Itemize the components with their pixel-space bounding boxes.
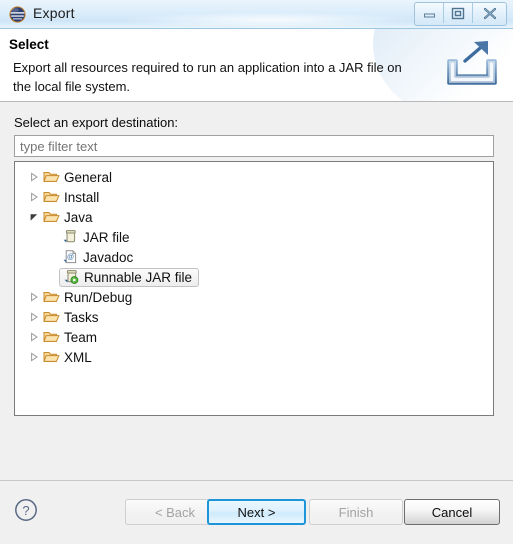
tree-item-content: Runnable JAR file — [59, 267, 200, 287]
export-dialog-window: Export Select Export all resources requi… — [0, 0, 513, 544]
tree-item-label: XML — [64, 349, 92, 365]
folder-icon — [43, 332, 59, 342]
tree-item-label: Runnable JAR file — [84, 269, 193, 285]
close-button[interactable] — [473, 3, 506, 23]
tree-twisty[interactable] — [26, 312, 41, 322]
folder-icon — [43, 292, 59, 302]
window-controls — [414, 2, 507, 26]
javadoc-icon-wrap: @ — [60, 249, 80, 265]
chevron-right-icon[interactable] — [29, 192, 39, 202]
tree-item-label: Team — [64, 329, 98, 345]
javadoc-icon: @ — [63, 250, 76, 264]
tree-twisty[interactable] — [26, 192, 41, 202]
tree-item-content: Run/Debug — [41, 289, 132, 305]
page-description: Export all resources required to run an … — [13, 60, 402, 94]
next-button[interactable]: Next > — [207, 499, 306, 525]
tree-item-javadoc[interactable]: @ Javadoc — [15, 247, 493, 267]
tree-twisty[interactable] — [26, 332, 41, 342]
title-bar: Export — [0, 0, 513, 29]
jar-file-icon-wrap — [60, 229, 80, 245]
tree-item-runnable-jar-file[interactable]: Runnable JAR file — [15, 267, 493, 287]
folder-icon — [43, 212, 59, 222]
tree-item-label: JAR file — [83, 229, 130, 245]
folder-icon-wrap — [41, 189, 61, 205]
tree-item-run-debug[interactable]: Run/Debug — [15, 287, 493, 307]
folder-icon-wrap — [41, 309, 61, 325]
svg-text:?: ? — [22, 503, 29, 518]
export-destination-tree[interactable]: General Install Java JAR file @ Javadoc Runnab… — [14, 161, 494, 416]
tree-item-content: Tasks — [41, 309, 99, 325]
folder-icon — [43, 312, 59, 322]
chevron-right-icon[interactable] — [29, 292, 39, 302]
chevron-right-icon[interactable] — [29, 172, 39, 182]
minimize-icon — [423, 13, 435, 17]
page-title: Select — [9, 37, 49, 52]
folder-icon-wrap — [41, 289, 61, 305]
folder-icon — [43, 172, 59, 182]
folder-icon-wrap — [41, 329, 61, 345]
destination-label: Select an export destination: — [14, 115, 179, 130]
close-icon — [483, 7, 496, 19]
tree-item-general[interactable]: General — [15, 167, 493, 187]
chevron-right-icon[interactable] — [29, 312, 39, 322]
tree-item-content: JAR file — [60, 229, 130, 245]
tree-item-content: @ Javadoc — [60, 249, 133, 265]
tree-item-label: Javadoc — [83, 249, 134, 265]
finish-button[interactable]: Finish — [309, 499, 403, 525]
dialog-header: Select Export all resources required to … — [0, 29, 513, 102]
tree-rows-container: General Install Java JAR file @ Javadoc Runnab… — [15, 162, 493, 367]
jar-file-icon — [63, 230, 76, 243]
chevron-right-icon[interactable] — [29, 332, 39, 342]
tree-item-label: Run/Debug — [64, 289, 133, 305]
tree-twisty[interactable] — [26, 352, 41, 362]
folder-icon-wrap — [41, 169, 61, 185]
tree-item-jar-file[interactable]: JAR file — [15, 227, 493, 247]
tree-item-content: XML — [41, 349, 92, 365]
title-bar-gloss — [120, 12, 420, 28]
chevron-right-icon[interactable] — [29, 352, 39, 362]
folder-icon — [43, 192, 59, 202]
help-question-icon[interactable]: ? — [14, 498, 38, 522]
tree-item-install[interactable]: Install — [15, 187, 493, 207]
tree-item-java[interactable]: Java — [15, 207, 493, 227]
tree-item-content: Team — [41, 329, 97, 345]
tree-item-label: General — [64, 169, 113, 185]
tree-twisty[interactable] — [26, 292, 41, 302]
tree-item-tasks[interactable]: Tasks — [15, 307, 493, 327]
tree-item-content: Java — [41, 209, 93, 225]
chevron-down-icon[interactable] — [29, 212, 39, 222]
tree-twisty[interactable] — [26, 172, 41, 182]
folder-icon — [43, 352, 59, 362]
filter-input[interactable] — [14, 135, 494, 157]
folder-icon-wrap — [41, 209, 61, 225]
runnable-jar-icon — [64, 270, 78, 284]
tree-item-label: Tasks — [64, 309, 99, 325]
window-title: Export — [33, 5, 75, 21]
tree-item-team[interactable]: Team — [15, 327, 493, 347]
folder-icon-wrap — [41, 349, 61, 365]
tree-item-content: General — [41, 169, 112, 185]
minimize-button[interactable] — [415, 3, 444, 23]
eclipse-export-sphere-icon — [9, 6, 26, 23]
dialog-body: Select an export destination: General Ins… — [0, 102, 513, 480]
restore-icon — [451, 7, 465, 19]
restore-button[interactable] — [444, 3, 473, 23]
cancel-button[interactable]: Cancel — [404, 499, 500, 525]
tree-item-label: Install — [64, 189, 100, 205]
runnable-jar-icon-wrap — [61, 269, 81, 285]
tree-twisty[interactable] — [26, 212, 41, 222]
tree-item-content: Install — [41, 189, 99, 205]
svg-text:@: @ — [67, 254, 74, 261]
tree-item-label: Java — [64, 209, 93, 225]
export-arrow-icon — [447, 41, 497, 85]
tree-item-xml[interactable]: XML — [15, 347, 493, 367]
